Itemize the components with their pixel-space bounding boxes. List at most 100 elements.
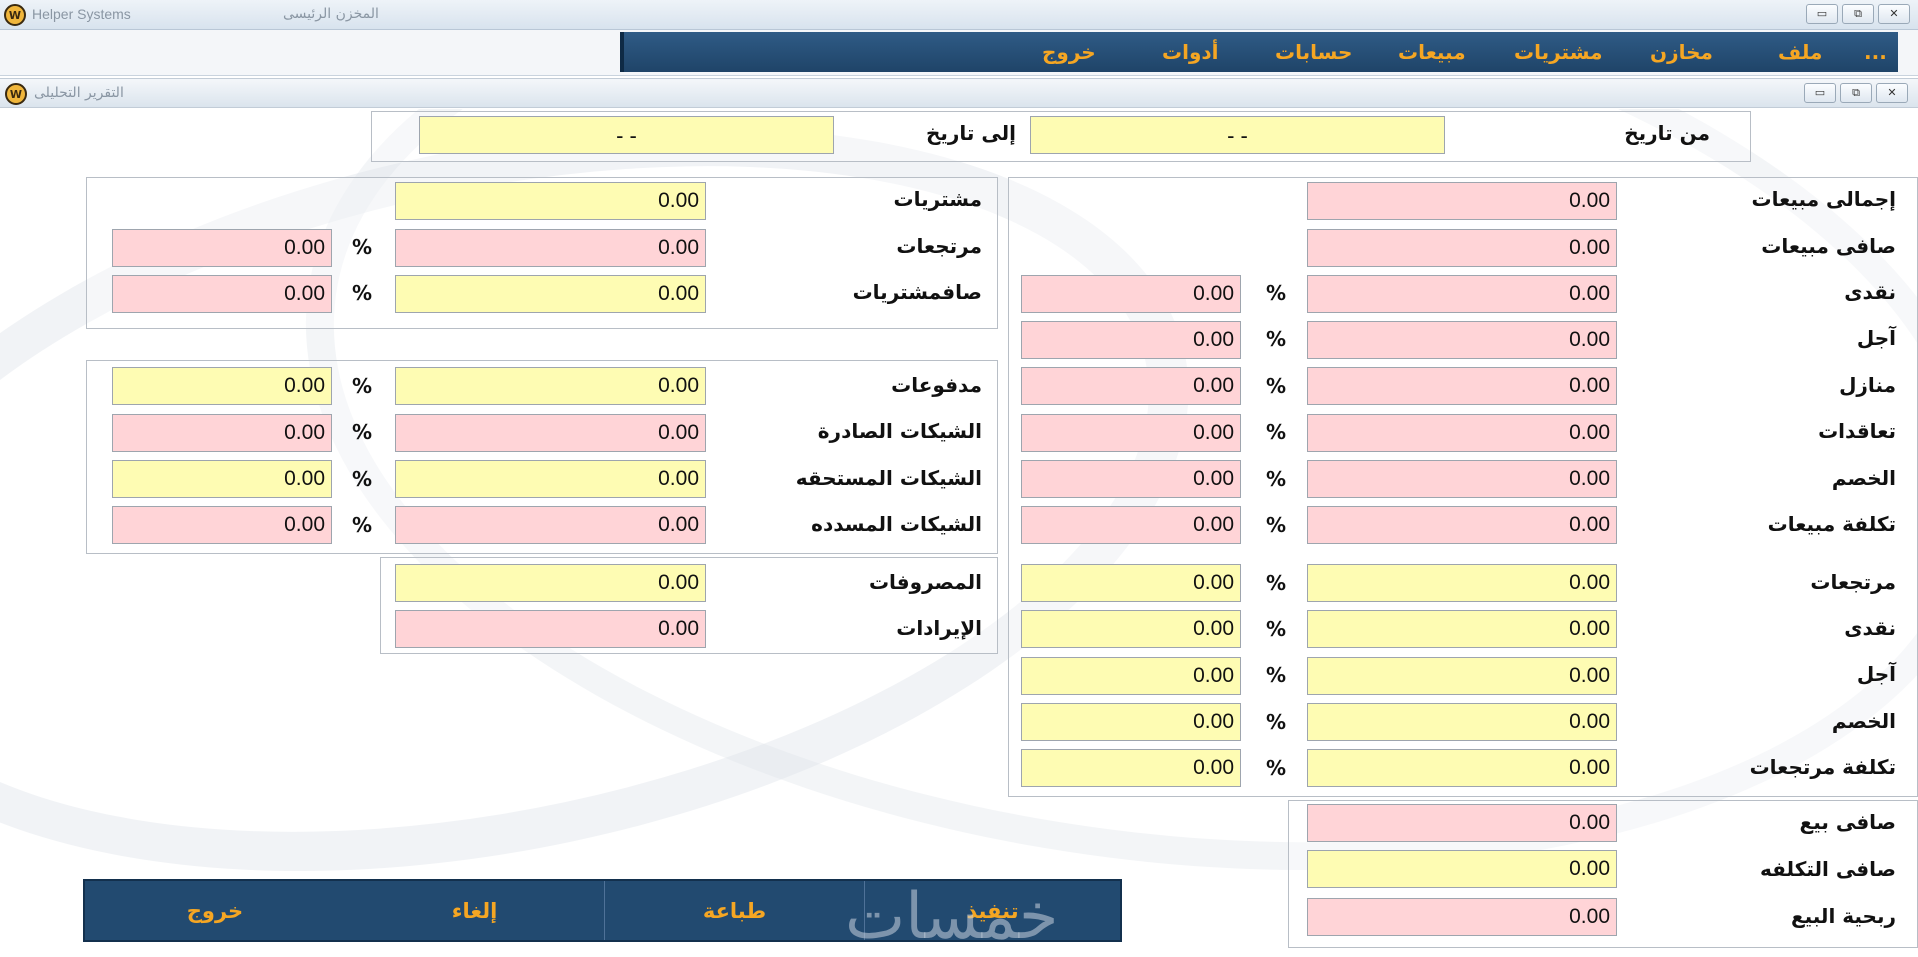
app-title: Helper Systems xyxy=(32,6,131,22)
paid-cheques-percent-field[interactable]: 0.00 xyxy=(112,506,332,544)
purchase-returns-percent-field[interactable]: 0.00 xyxy=(112,229,332,267)
sales-credit-field[interactable]: 0.00 xyxy=(1307,321,1617,359)
revenues-field[interactable]: 0.00 xyxy=(395,610,706,648)
sales-discount-field[interactable]: 0.00 xyxy=(1307,460,1617,498)
due-cheques-label: الشيكات المستحقه xyxy=(795,466,982,490)
net-purchases-field[interactable]: 0.00 xyxy=(395,275,706,313)
percent-sign: % xyxy=(352,281,373,305)
report-logo-icon: W xyxy=(5,83,27,105)
purchase-returns-field[interactable]: 0.00 xyxy=(395,229,706,267)
net-cost-field[interactable]: 0.00 xyxy=(1307,850,1617,888)
store-title: المخزن الرئيسى xyxy=(283,6,379,22)
net-purchases-percent-field[interactable]: 0.00 xyxy=(112,275,332,313)
print-button[interactable]: طباعة xyxy=(605,881,864,940)
close-button[interactable]: ✕ xyxy=(1878,4,1910,24)
purchase-returns-label: مرتجعات xyxy=(896,234,982,258)
menu-item-tools[interactable]: أدوات xyxy=(1162,40,1219,64)
child-restore-button[interactable]: ⧉ xyxy=(1840,83,1872,103)
percent-sign: % xyxy=(1266,710,1287,734)
returns-cash-percent-field[interactable]: 0.00 xyxy=(1021,610,1241,648)
percent-sign: % xyxy=(1266,281,1287,305)
expenses-field[interactable]: 0.00 xyxy=(395,564,706,602)
sales-credit-label: آجل xyxy=(1856,326,1896,350)
returns-cash-label: نقدى xyxy=(1844,616,1896,640)
net-sales-field[interactable]: 0.00 xyxy=(1307,229,1617,267)
returns-discount-field[interactable]: 0.00 xyxy=(1307,703,1617,741)
percent-sign: % xyxy=(1266,374,1287,398)
total-sales-field[interactable]: 0.00 xyxy=(1307,182,1617,220)
app-logo-icon: W xyxy=(4,4,26,26)
percent-sign: % xyxy=(1266,663,1287,687)
net-sales-label: صافى مبيعات xyxy=(1761,234,1896,258)
percent-sign: % xyxy=(1266,327,1287,351)
returns-cash-field[interactable]: 0.00 xyxy=(1307,610,1617,648)
sales-profit-field[interactable]: 0.00 xyxy=(1307,898,1617,936)
child-minimize-button[interactable]: ▭ xyxy=(1804,83,1836,103)
minimize-button[interactable]: ▭ xyxy=(1806,4,1838,24)
returns-cost-field[interactable]: 0.00 xyxy=(1307,749,1617,787)
purchases-label: مشتريات xyxy=(893,187,982,211)
sales-profit-label: ربحية البيع xyxy=(1790,904,1896,928)
execute-button[interactable]: تنفيذ xyxy=(865,881,1120,940)
payments-label: مدفوعات xyxy=(891,373,982,397)
app-titlebar: W Helper Systems المخزن الرئيسى ▭ ⧉ ✕ xyxy=(0,0,1918,30)
menu-item-sales[interactable]: مبيعات xyxy=(1398,40,1466,64)
percent-sign: % xyxy=(1266,420,1287,444)
percent-sign: % xyxy=(352,513,373,537)
sales-contracts-percent-field[interactable]: 0.00 xyxy=(1021,414,1241,452)
to-date-label: إلى تاريخ xyxy=(925,121,1016,145)
returns-credit-field[interactable]: 0.00 xyxy=(1307,657,1617,695)
percent-sign: % xyxy=(352,374,373,398)
child-close-button[interactable]: ✕ xyxy=(1876,83,1908,103)
to-date-field[interactable]: - - xyxy=(419,116,834,154)
percent-sign: % xyxy=(1266,756,1287,780)
menu-item-accounts[interactable]: حسابات xyxy=(1275,40,1352,64)
purchases-field[interactable]: 0.00 xyxy=(395,182,706,220)
payments-field[interactable]: 0.00 xyxy=(395,367,706,405)
returns-credit-percent-field[interactable]: 0.00 xyxy=(1021,657,1241,695)
from-date-field[interactable]: - - xyxy=(1030,116,1445,154)
sales-credit-percent-field[interactable]: 0.00 xyxy=(1021,321,1241,359)
sales-cost-field[interactable]: 0.00 xyxy=(1307,506,1617,544)
sales-contracts-field[interactable]: 0.00 xyxy=(1307,414,1617,452)
returns-cost-percent-field[interactable]: 0.00 xyxy=(1021,749,1241,787)
sales-discount-label: الخصم xyxy=(1831,466,1896,490)
paid-cheques-field[interactable]: 0.00 xyxy=(395,506,706,544)
revenues-label: الإيرادات xyxy=(896,616,982,640)
sales-homes-percent-field[interactable]: 0.00 xyxy=(1021,367,1241,405)
returns-field[interactable]: 0.00 xyxy=(1307,564,1617,602)
net-sale-field[interactable]: 0.00 xyxy=(1307,804,1617,842)
due-cheques-field[interactable]: 0.00 xyxy=(395,460,706,498)
paid-cheques-label: الشيكات المسدده xyxy=(811,512,982,536)
restore-button[interactable]: ⧉ xyxy=(1842,4,1874,24)
sales-cash-label: نقدى xyxy=(1844,280,1896,304)
sales-contracts-label: تعاقدات xyxy=(1818,419,1896,443)
returns-percent-field[interactable]: 0.00 xyxy=(1021,564,1241,602)
menu-item-exit[interactable]: خروج xyxy=(1042,40,1096,64)
sales-cost-label: تكلفة مبيعات xyxy=(1767,512,1896,536)
issued-cheques-field[interactable]: 0.00 xyxy=(395,414,706,452)
sales-cash-field[interactable]: 0.00 xyxy=(1307,275,1617,313)
main-menu-bar: ... ملف مخازن مشتريات مبيعات حسابات أدوا… xyxy=(620,32,1898,72)
menu-item-file[interactable]: ملف xyxy=(1778,40,1822,64)
sales-discount-percent-field[interactable]: 0.00 xyxy=(1021,460,1241,498)
total-sales-label: إجمالى مبيعات xyxy=(1751,187,1896,211)
payments-percent-field[interactable]: 0.00 xyxy=(112,367,332,405)
menu-item-purchases[interactable]: مشتريات xyxy=(1514,40,1602,64)
percent-sign: % xyxy=(352,235,373,259)
returns-discount-percent-field[interactable]: 0.00 xyxy=(1021,703,1241,741)
menu-item-stores[interactable]: مخازن xyxy=(1650,40,1713,64)
cancel-button[interactable]: إلغاء xyxy=(345,881,604,940)
due-cheques-percent-field[interactable]: 0.00 xyxy=(112,460,332,498)
exit-button[interactable]: خروج xyxy=(85,881,345,940)
expenses-label: المصروفات xyxy=(868,570,982,594)
net-cost-label: صافى التكلفه xyxy=(1760,857,1896,881)
menu-item-more[interactable]: ... xyxy=(1864,40,1887,64)
net-sale-label: صافى بيع xyxy=(1799,810,1896,834)
returns-discount-label: الخصم xyxy=(1831,709,1896,733)
sales-homes-label: منازل xyxy=(1839,373,1896,397)
sales-homes-field[interactable]: 0.00 xyxy=(1307,367,1617,405)
issued-cheques-percent-field[interactable]: 0.00 xyxy=(112,414,332,452)
sales-cash-percent-field[interactable]: 0.00 xyxy=(1021,275,1241,313)
sales-cost-percent-field[interactable]: 0.00 xyxy=(1021,506,1241,544)
